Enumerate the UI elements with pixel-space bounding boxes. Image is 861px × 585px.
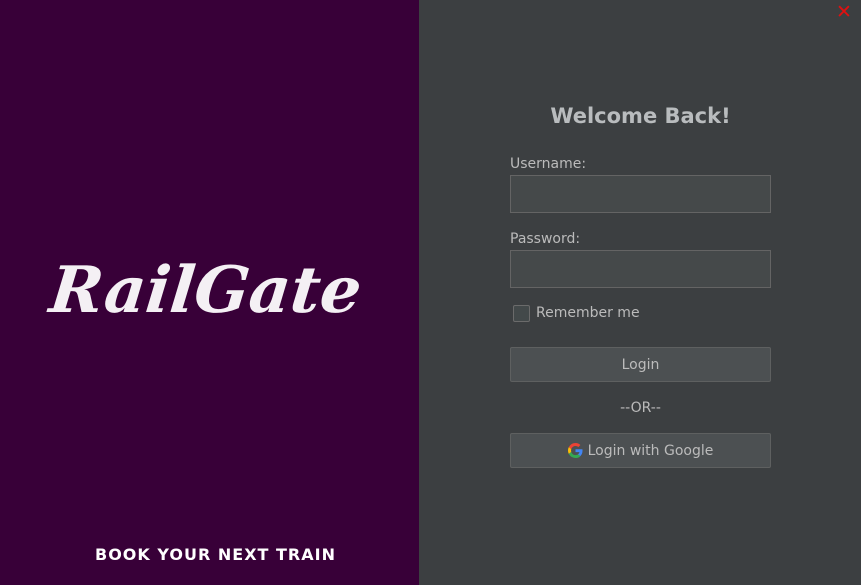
svg-text:RailGate: RailGate: [44, 253, 365, 328]
google-login-label: Login with Google: [587, 442, 714, 459]
or-divider: --OR--: [620, 400, 661, 416]
login-panel: ✕ Welcome Back! Username: Password: Reme…: [419, 0, 861, 585]
login-button-label: Login: [621, 356, 660, 373]
welcome-title: Welcome Back!: [550, 104, 731, 128]
remember-me-row: Remember me: [510, 302, 771, 324]
login-button[interactable]: Login: [510, 347, 771, 382]
google-g-icon: [567, 443, 583, 458]
railgate-logo: RailGate: [0, 230, 419, 340]
username-input[interactable]: [510, 175, 771, 213]
login-window: RailGate BOOK YOUR NEXT TRAIN ✕ Welcome …: [0, 0, 861, 585]
close-icon: ✕: [836, 1, 852, 23]
password-label: Password:: [510, 231, 581, 247]
tagline: BOOK YOUR NEXT TRAIN: [95, 545, 336, 564]
branding-panel: RailGate BOOK YOUR NEXT TRAIN: [0, 0, 419, 585]
remember-me-checkbox[interactable]: [513, 304, 530, 322]
password-input[interactable]: [510, 250, 771, 288]
remember-me-label[interactable]: Remember me: [536, 305, 640, 321]
google-login-button[interactable]: Login with Google: [510, 433, 771, 468]
close-button[interactable]: ✕: [835, 2, 853, 22]
username-label: Username:: [510, 156, 587, 172]
login-form: Welcome Back! Username: Password: Rememb…: [510, 100, 771, 468]
